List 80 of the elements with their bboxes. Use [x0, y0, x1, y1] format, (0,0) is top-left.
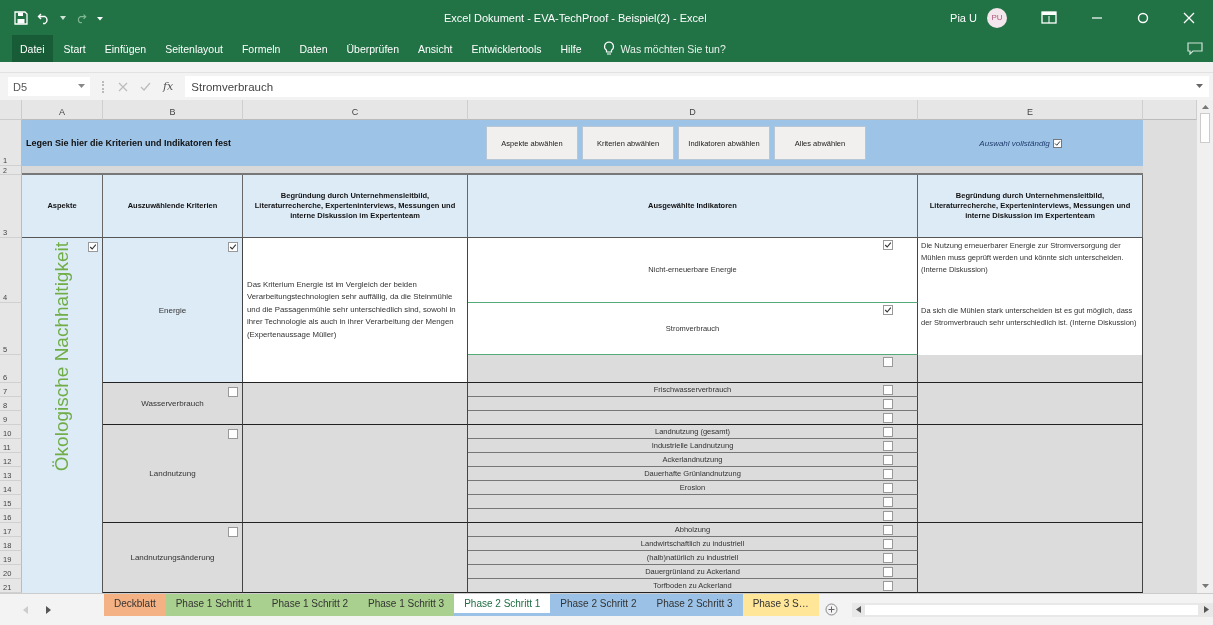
- sheet-tab[interactable]: Phase 1 Schritt 3: [358, 594, 455, 616]
- sheet-title: Legen Sie hier die Kriterien und Indikatoren fest: [25, 138, 233, 148]
- cancel-icon[interactable]: [118, 81, 128, 92]
- checkbox[interactable]: [883, 441, 893, 451]
- ribbon-tab[interactable]: Ansicht: [410, 35, 461, 62]
- insert-function-button[interactable]: fx: [163, 80, 174, 93]
- formula-input[interactable]: Stromverbrauch: [185, 76, 1209, 97]
- completeness-label: Auswahl vollständig: [979, 138, 1050, 148]
- sheet-tab[interactable]: Deckblatt: [104, 594, 166, 616]
- checkbox[interactable]: [883, 357, 893, 367]
- ribbon-display-icon[interactable]: [1041, 11, 1057, 24]
- checkbox[interactable]: [883, 497, 893, 507]
- sheet-tab[interactable]: Phase 3 S…: [742, 594, 819, 616]
- checkbox[interactable]: [883, 240, 893, 250]
- sheet-tab[interactable]: Phase 2 Schritt 1: [454, 594, 551, 616]
- criterion-name: Landnutzung: [149, 469, 196, 478]
- vertical-scrollbar[interactable]: [1197, 100, 1213, 593]
- checkbox[interactable]: [883, 427, 893, 437]
- criterion-name: Energie: [158, 305, 187, 315]
- checkbox[interactable]: [228, 242, 238, 252]
- scroll-right-icon[interactable]: [1204, 606, 1209, 613]
- checkbox[interactable]: [883, 553, 893, 563]
- lightbulb-icon[interactable]: [602, 41, 615, 56]
- checkbox[interactable]: [883, 385, 893, 395]
- column-header[interactable]: A: [22, 100, 103, 120]
- column-header[interactable]: D: [468, 100, 918, 120]
- sheet-tab[interactable]: Phase 1 Schritt 1: [165, 594, 262, 616]
- scroll-up-icon[interactable]: [1201, 104, 1209, 109]
- ribbon-tab[interactable]: Formeln: [233, 35, 289, 62]
- ribbon-tab[interactable]: Seitenlayout: [157, 35, 231, 62]
- file-tab[interactable]: Datei: [12, 35, 53, 62]
- caret-icon[interactable]: [60, 14, 66, 21]
- criterion-name: Wasserverbrauch: [141, 399, 204, 408]
- checkbox[interactable]: [883, 511, 893, 521]
- ribbon-tab[interactable]: Einfügen: [96, 35, 155, 62]
- name-box[interactable]: D5: [8, 77, 90, 96]
- checkbox[interactable]: [883, 469, 893, 479]
- checkbox[interactable]: [228, 527, 238, 537]
- ribbon-tab[interactable]: Hilfe: [552, 35, 590, 62]
- checkbox[interactable]: [883, 539, 893, 549]
- window-title: Excel Dokument - EVA-TechProof - Beispiel(2) - Excel: [444, 11, 708, 24]
- save-icon[interactable]: [14, 10, 28, 25]
- criterion-name: Landnutzungsänderung: [130, 553, 215, 562]
- enter-icon[interactable]: [140, 81, 151, 92]
- ribbon-tab[interactable]: Überprüfen: [338, 35, 408, 62]
- column-header[interactable]: C: [243, 100, 468, 120]
- scroll-right-icon[interactable]: [44, 605, 52, 614]
- checkbox[interactable]: [883, 399, 893, 409]
- checkbox[interactable]: [883, 455, 893, 465]
- ribbon-tab[interactable]: Start: [55, 35, 94, 62]
- checkbox[interactable]: [88, 242, 98, 252]
- close-icon[interactable]: [1183, 11, 1195, 24]
- checkbox[interactable]: [883, 525, 893, 535]
- checkbox[interactable]: [228, 387, 238, 397]
- comment-icon[interactable]: [1187, 42, 1203, 55]
- checkbox[interactable]: [883, 413, 893, 423]
- user-avatar[interactable]: PU: [987, 7, 1007, 28]
- checkbox[interactable]: [883, 305, 893, 315]
- sheet-tab[interactable]: Phase 1 Schritt 2: [261, 594, 358, 616]
- checkbox[interactable]: [228, 429, 238, 439]
- checkbox[interactable]: [883, 483, 893, 493]
- aspect-label: Ökologische Nachhaltigkeit: [51, 242, 73, 472]
- column-header[interactable]: E: [918, 100, 1143, 120]
- caret-icon[interactable]: [78, 84, 85, 89]
- restore-icon[interactable]: [1137, 11, 1149, 24]
- sheet-tab[interactable]: Phase 2 Schritt 2: [550, 594, 647, 616]
- column-header[interactable]: B: [103, 100, 243, 120]
- scroll-left-icon[interactable]: [855, 606, 861, 613]
- scroll-thumb[interactable]: [1200, 113, 1210, 143]
- ribbon-tab[interactable]: Entwicklertools: [463, 35, 550, 62]
- sheet-tab[interactable]: Phase 2 Schritt 3: [646, 594, 743, 616]
- checkbox[interactable]: [883, 581, 893, 591]
- expand-icon[interactable]: [1196, 84, 1203, 89]
- tell-me-search[interactable]: Was möchten Sie tun?: [620, 42, 726, 55]
- add-sheet-icon[interactable]: [824, 603, 838, 616]
- checkbox[interactable]: [883, 567, 893, 577]
- horizontal-scrollbar[interactable]: [851, 602, 1213, 617]
- user-name[interactable]: Pia U: [950, 11, 977, 24]
- ribbon-tab[interactable]: Daten: [291, 35, 336, 62]
- scroll-down-icon[interactable]: [1201, 584, 1209, 589]
